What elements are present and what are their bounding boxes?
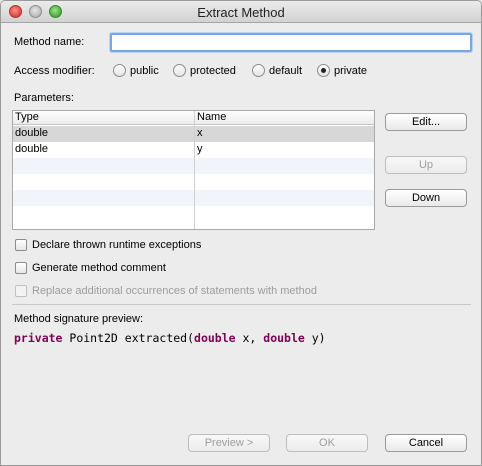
- declare-exceptions-checkbox[interactable]: [15, 239, 27, 251]
- param-name-cell: y: [197, 143, 203, 155]
- replace-occurrences-label: Replace additional occurrences of statem…: [32, 285, 317, 297]
- keyword-token: private: [14, 331, 63, 345]
- title-bar: Extract Method: [1, 1, 481, 23]
- window-title: Extract Method: [197, 5, 285, 20]
- ok-button[interactable]: OK: [286, 434, 368, 452]
- code-token: Point2D extracted(: [62, 331, 195, 345]
- keyword-token: double: [194, 331, 236, 345]
- generate-comment-checkbox[interactable]: [15, 262, 27, 274]
- edit-button[interactable]: Edit...: [385, 113, 467, 131]
- generate-comment-label[interactable]: Generate method comment: [32, 262, 166, 274]
- replace-occurrences-checkbox: [15, 285, 27, 297]
- preview-button[interactable]: Preview >: [188, 434, 270, 452]
- declare-exceptions-label[interactable]: Declare thrown runtime exceptions: [32, 239, 201, 251]
- param-name-cell: x: [197, 127, 203, 139]
- radio-public-label[interactable]: public: [130, 65, 159, 77]
- method-signature-preview: private Point2D extracted(double x, doub…: [14, 331, 326, 345]
- radio-protected-label[interactable]: protected: [190, 65, 236, 77]
- radio-default-label[interactable]: default: [269, 65, 302, 77]
- code-token: x,: [235, 331, 264, 345]
- radio-private[interactable]: [317, 64, 330, 77]
- radio-default[interactable]: [252, 64, 265, 77]
- radio-private-label[interactable]: private: [334, 65, 367, 77]
- down-button[interactable]: Down: [385, 189, 467, 207]
- method-name-input[interactable]: [110, 33, 472, 52]
- cancel-button[interactable]: Cancel: [385, 434, 467, 452]
- param-type-cell: double: [15, 127, 49, 139]
- parameters-table[interactable]: Type Name double x double y: [12, 110, 375, 230]
- radio-protected[interactable]: [173, 64, 186, 77]
- code-token: y): [304, 331, 326, 345]
- access-modifier-label: Access modifier:: [14, 65, 95, 77]
- column-header-name[interactable]: Name: [195, 111, 374, 125]
- up-button[interactable]: Up: [385, 156, 467, 174]
- method-name-label: Method name:: [14, 36, 85, 48]
- separator: [12, 304, 471, 305]
- param-type-cell: double: [15, 143, 49, 155]
- keyword-token: double: [263, 331, 305, 345]
- extract-method-dialog: Extract Method Method name: Access modif…: [0, 0, 482, 466]
- signature-preview-label: Method signature preview:: [14, 313, 144, 325]
- parameters-label: Parameters:: [14, 92, 74, 104]
- column-header-type[interactable]: Type: [13, 111, 194, 125]
- radio-public[interactable]: [113, 64, 126, 77]
- column-divider[interactable]: [194, 111, 195, 229]
